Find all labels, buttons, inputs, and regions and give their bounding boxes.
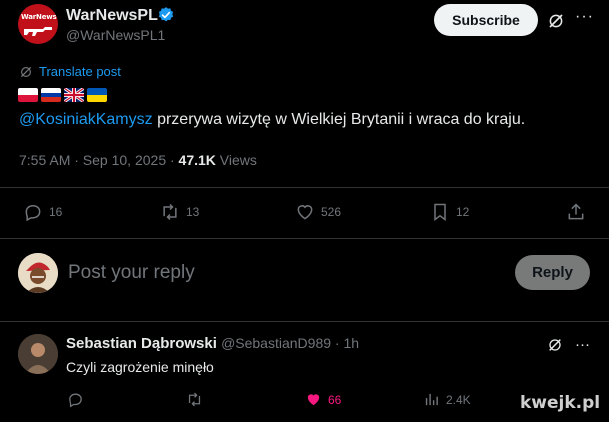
comment-heart-icon [307, 394, 320, 406]
comment-text: Czyli zagrożenie minęło [66, 359, 214, 375]
poland-flag-icon [18, 88, 38, 102]
comment-reply-icon [69, 393, 82, 408]
views-count: 47.1K [178, 152, 216, 168]
post-meta: 7:55 AM · Sep 10, 2025 · 47.1K Views [19, 152, 257, 168]
author-name[interactable]: WarNewsPL [66, 7, 158, 25]
user-avatar[interactable] [18, 253, 58, 293]
reply-icon [25, 205, 41, 222]
comment-views-action[interactable]: 2.4K [423, 391, 471, 408]
comment-views-count: 2.4K [446, 392, 471, 407]
comment-repost-action[interactable] [186, 391, 203, 408]
commenter-name-row: Sebastian Dąbrowski @SebastianD989 · 1h [66, 335, 359, 352]
comment-grok-icon[interactable] [547, 337, 563, 353]
commenter-avatar-icon [18, 334, 58, 374]
share-action[interactable] [566, 202, 586, 222]
commenter-avatar[interactable] [18, 334, 58, 374]
ukraine-flag-icon [87, 88, 107, 102]
commenter-name[interactable]: Sebastian Dąbrowski [66, 335, 217, 352]
comment-repost-icon [188, 392, 201, 407]
translate-link[interactable]: Translate post [19, 64, 121, 79]
reply-action[interactable]: 16 [23, 202, 62, 222]
watermark-text: kwejk.pl [520, 393, 601, 413]
uk-flag-icon [64, 88, 84, 102]
reply-button[interactable]: Reply [515, 255, 590, 290]
russia-flag-icon [41, 88, 61, 102]
repost-action[interactable]: 13 [160, 202, 199, 222]
more-options-icon[interactable]: ··· [575, 8, 594, 26]
flags-row [18, 88, 107, 102]
grok-small-icon [20, 66, 32, 77]
reply-count: 16 [49, 205, 63, 219]
comment-like-count: 66 [328, 392, 342, 407]
share-icon [568, 203, 584, 220]
post-timestamp[interactable]: 7:55 AM · Sep 10, 2025 · [19, 152, 179, 168]
views-chart-icon [425, 393, 438, 406]
post-body: przerywa wizytę w Wielkiej Brytanii i wr… [152, 111, 526, 128]
subscribe-button[interactable]: Subscribe [434, 4, 538, 36]
author-handle[interactable]: @WarNewsPL1 [66, 27, 165, 43]
translate-label: Translate post [39, 64, 121, 79]
author-avatar[interactable]: WarNewsPL [18, 4, 58, 44]
commenter-handle[interactable]: @SebastianD989 · 1h [221, 335, 359, 351]
like-action[interactable]: 526 [295, 202, 341, 222]
like-count: 526 [321, 205, 342, 219]
comment-reply-action[interactable] [67, 391, 84, 408]
heart-icon [297, 205, 313, 220]
bookmark-action[interactable]: 12 [430, 202, 469, 222]
post-text: @KosiniakKamysz przerywa wizytę w Wielki… [19, 111, 525, 129]
divider [0, 238, 609, 239]
views-label: Views [215, 152, 257, 168]
repost-count: 13 [186, 205, 200, 219]
divider [0, 321, 609, 322]
grok-icon[interactable] [547, 12, 565, 30]
bookmark-count: 12 [456, 205, 470, 219]
verified-badge-icon [158, 7, 174, 22]
mention-link[interactable]: @KosiniakKamysz [19, 111, 153, 128]
comment-more-icon[interactable]: ··· [575, 336, 590, 353]
bookmark-icon [434, 203, 446, 221]
reply-input[interactable]: Post your reply [68, 262, 195, 284]
divider [0, 187, 609, 188]
repost-icon [163, 203, 177, 221]
user-avatar-icon [18, 253, 58, 293]
comment-like-action[interactable]: 66 [305, 391, 341, 408]
rifle-icon [24, 27, 52, 36]
avatar-logo-text: WarNewsPL [21, 13, 58, 21]
